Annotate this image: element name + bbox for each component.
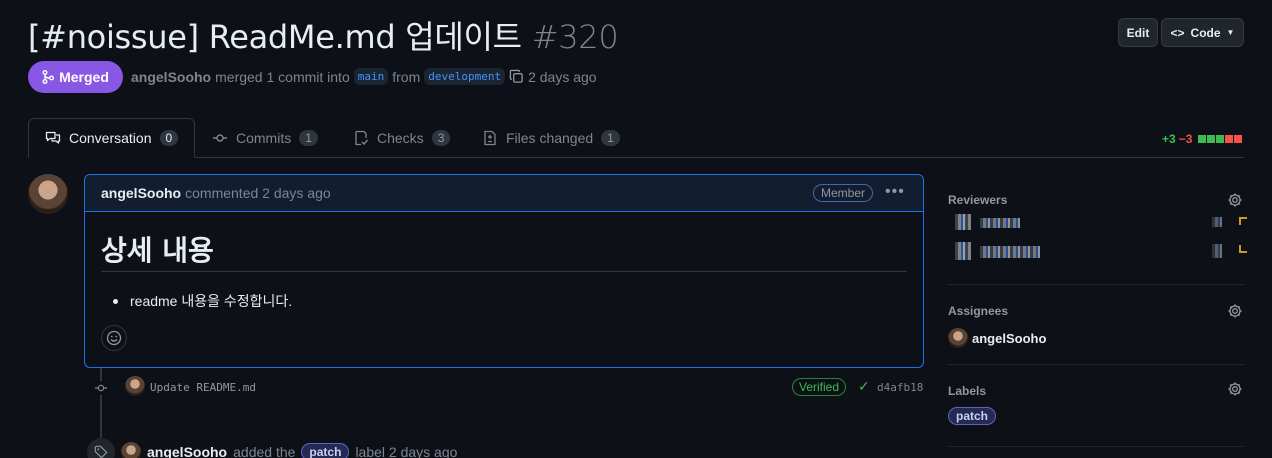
code-button-label: Code (1190, 25, 1221, 40)
tab-count: 0 (159, 130, 179, 146)
reviewer-name[interactable] (980, 246, 1040, 258)
verified-badge[interactable]: Verified (792, 378, 847, 396)
git-merge-icon (42, 70, 55, 84)
label-event: angelSooho added the patch label 2 days … (87, 438, 457, 458)
label-author[interactable]: angelSooho (147, 444, 227, 458)
additions-count: +3 (1162, 132, 1176, 146)
commit-message[interactable]: Update README.md (150, 381, 256, 394)
commit-event: Update README.md Verified ✓ d4afb18 (92, 376, 924, 400)
deletions-count: −3 (1178, 132, 1193, 146)
commit-sha[interactable]: d4afb18 (877, 381, 923, 394)
file-diff-icon (484, 130, 496, 146)
reviewer-status (1212, 217, 1222, 227)
tag-icon (87, 438, 115, 458)
pr-meta: angelSooho merged 1 commit into main fro… (131, 68, 597, 85)
label-event-time: label 2 days ago (355, 444, 458, 458)
heading-divider (101, 271, 907, 272)
member-badge: Member (813, 184, 874, 202)
copy-icon[interactable] (509, 69, 524, 84)
label-author-avatar[interactable] (121, 442, 141, 458)
merged-status-badge: Merged (28, 61, 123, 93)
comment-discussion-icon (45, 131, 61, 144)
assignees-title[interactable]: Assignees (948, 304, 1008, 318)
base-branch[interactable]: main (353, 68, 389, 85)
git-commit-icon (94, 381, 108, 395)
assignee-avatar[interactable] (948, 328, 968, 348)
merge-time: 2 days ago (528, 68, 597, 85)
tab-label: Conversation (69, 130, 152, 146)
comment-time: commented 2 days ago (185, 185, 331, 201)
checklist-icon (355, 130, 369, 146)
pending-review-icon (1239, 217, 1247, 225)
comment-author[interactable]: angelSooho (101, 185, 181, 201)
tab-count: 1 (299, 130, 318, 146)
smiley-icon[interactable] (101, 325, 127, 351)
diffstat-bar (1198, 135, 1243, 143)
diffstat: +3 −3 (1162, 132, 1243, 146)
reviewer-avatar[interactable] (955, 214, 971, 230)
comment-list-item: readme 내용을 수정합니다. (113, 291, 292, 311)
reviewer-avatar[interactable] (955, 242, 971, 260)
tab-conversation[interactable]: Conversation 0 (28, 118, 196, 158)
assignee-name[interactable]: angelSooho (972, 331, 1046, 346)
patch-label[interactable]: patch (301, 443, 350, 458)
pr-number: #320 (531, 18, 619, 56)
edit-button-label: Edit (1126, 25, 1150, 40)
tab-files-changed[interactable]: Files changed 1 (466, 118, 636, 158)
label-event-text: added the (233, 444, 296, 458)
sidebar-patch-label[interactable]: patch (948, 407, 997, 425)
tab-label: Commits (236, 130, 292, 146)
tab-count: 3 (431, 130, 451, 146)
pr-title: [#noissue] ReadMe.md 업데이트 #320 (28, 12, 619, 58)
pending-review-icon (1239, 245, 1247, 253)
comment-box: angelSooho commented 2 days ago Member •… (84, 174, 924, 368)
tab-label: Files changed (506, 130, 594, 146)
code-icon: <> (1170, 25, 1185, 40)
merged-label: Merged (59, 69, 109, 85)
check-icon: ✓ (858, 378, 870, 394)
tab-count: 1 (601, 130, 620, 146)
commit-author-avatar[interactable] (125, 376, 145, 396)
kebab-horizontal-icon[interactable]: ••• (885, 183, 905, 201)
pr-author-link[interactable]: angelSooho (131, 69, 211, 85)
tab-commits[interactable]: Commits 1 (196, 118, 334, 158)
gear-icon[interactable] (1227, 192, 1243, 208)
gear-icon[interactable] (1227, 303, 1243, 319)
comment-bullet-text: readme 내용을 수정합니다. (130, 293, 293, 309)
labels-title[interactable]: Labels (948, 384, 986, 398)
tab-label: Checks (377, 130, 424, 146)
git-commit-icon (213, 134, 227, 142)
meta-from: from (392, 68, 421, 85)
sidebar-divider (948, 284, 1244, 285)
head-branch[interactable]: development (424, 68, 506, 85)
reviewers-title[interactable]: Reviewers (948, 193, 1007, 207)
sidebar-divider (948, 446, 1244, 447)
pr-title-text: [#noissue] ReadMe.md 업데이트 (28, 18, 522, 56)
caret-down-icon: ▼ (1226, 28, 1235, 37)
comment-heading: 상세 내용 (101, 234, 214, 267)
tab-checks[interactable]: Checks 3 (337, 118, 466, 158)
sidebar-divider (948, 364, 1244, 365)
meta-text: merged 1 commit into (215, 68, 350, 85)
reviewer-name[interactable] (980, 218, 1020, 228)
reviewer-status (1212, 244, 1222, 258)
edit-button[interactable]: Edit (1118, 18, 1158, 47)
code-button[interactable]: <> Code ▼ (1161, 18, 1244, 47)
comment-author-avatar[interactable] (28, 174, 68, 214)
gear-icon[interactable] (1227, 381, 1243, 397)
comment-header: angelSooho commented 2 days ago Member •… (85, 175, 923, 212)
